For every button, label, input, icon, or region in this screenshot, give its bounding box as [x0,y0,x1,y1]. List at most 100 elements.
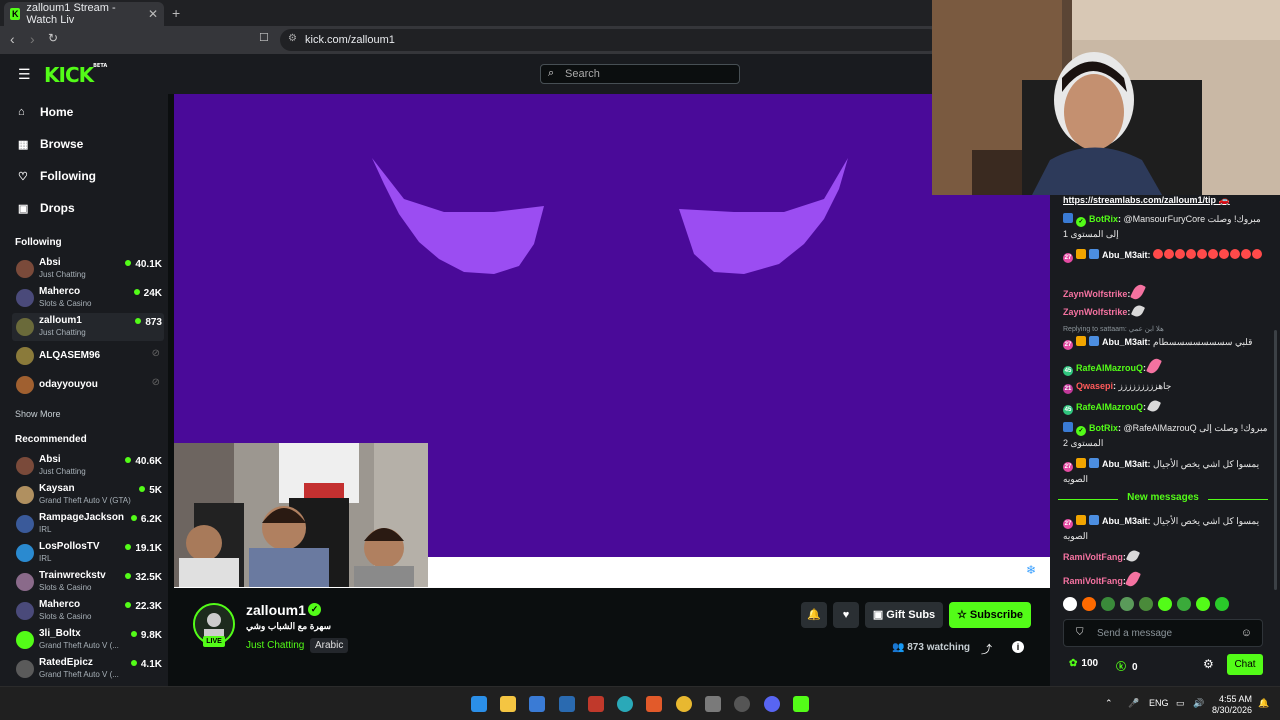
sidebar-channel-maherco[interactable]: Maherco Slots & Casino 24K [12,284,164,312]
emote-5-icon[interactable] [1139,597,1153,611]
stream-category[interactable]: Just Chatting [246,640,304,651]
chat-scrollbar[interactable] [1274,330,1277,590]
camera-icon[interactable] [705,696,721,712]
follow-heart-button[interactable]: ♥ [833,602,859,628]
chat-message[interactable]: 27 Abu_M3ait: يمسوا كل اشي يخص الأجيال ال… [1063,457,1273,486]
start-icon[interactable] [471,696,487,712]
sidebar-channel-rampagejackson[interactable]: RampageJackson IRL 6.2K [12,510,164,538]
kick-app-icon[interactable] [793,696,809,712]
sidebar-channel-zalloum1[interactable]: zalloum1 Just Chatting 873 [12,313,164,341]
volume-icon[interactable]: 🔊 [1193,698,1204,709]
forward-icon[interactable]: › [30,31,35,47]
edge-icon[interactable] [617,696,633,712]
sidebar-channel-absi[interactable]: Absi Just Chatting 40.1K [12,255,164,283]
channel-points[interactable]: ✿ 100 [1069,658,1098,669]
chat-message[interactable]: ✓ BotRix: @RafeAlMazrouQ مبروك! وصلت إلى … [1063,421,1273,450]
chat-input[interactable]: ⛉ Send a message ☺ [1063,619,1263,647]
chat-message[interactable]: 45 RafeAlMazrouQ: [1063,398,1273,415]
chat-settings-icon[interactable]: ⚙ [1203,657,1214,671]
chrome-icon[interactable] [676,696,692,712]
chat-username[interactable]: ZaynWolfstrike [1063,307,1127,317]
info-icon[interactable]: i [1012,641,1024,653]
language-indicator[interactable]: ENG [1149,698,1169,708]
emote-1-icon[interactable] [1063,597,1077,611]
discord-icon[interactable] [764,696,780,712]
emoji-icon[interactable]: ☺ [1241,627,1252,639]
tab-close-icon[interactable]: ✕ [148,7,158,21]
emote-9-icon[interactable] [1215,597,1229,611]
chat-message[interactable]: RamiVoltFang: [1063,548,1273,564]
sidebar-channel-maherco[interactable]: Maherco Slots & Casino 22.3K [12,597,164,625]
streamer-name[interactable]: zalloum1 [246,602,306,618]
sidebar-channel-ratedepicz[interactable]: RatedEpicz Grand Theft Auto V (... 4.1K [12,655,164,683]
search-input[interactable]: ⌕ Search [540,64,740,84]
sidebar-nav-browse[interactable]: ▦ Browse [18,134,83,154]
chat-username[interactable]: RamiVoltFang [1063,576,1123,586]
sidebar-channel-lospollostv[interactable]: LosPollosTV IRL 19.1K [12,539,164,567]
chat-message[interactable]: 27 Abu_M3ait: يمسوا كل اشي يخص الأجيال ال… [1063,514,1273,543]
emote-7-icon[interactable] [1177,597,1191,611]
language-tag[interactable]: Arabic [310,638,349,653]
brave-icon[interactable] [646,696,662,712]
chat-username[interactable]: Qwasepi [1076,381,1113,391]
back-icon[interactable]: ‹ [10,31,15,47]
chat-message[interactable]: RamiVoltFang: [1063,569,1273,589]
chat-message[interactable]: Replying to sattaam: هلا ابن عمي 27 Abu_M3… [1063,325,1273,350]
sidebar-nav-following[interactable]: ♡ Following [18,166,96,186]
notification-bell-button[interactable]: 🔔 [801,602,827,628]
pinned-link[interactable]: https://streamlabs.com/zalloum1/tip 🚗 [1063,193,1273,207]
sidebar-channel-3li_boltx[interactable]: 3li_Boltx Grand Theft Auto V (... 9.8K [12,626,164,654]
share-icon[interactable]: ⤴ [981,641,992,657]
menu-icon[interactable]: ☰ [18,66,31,83]
bookmark-icon[interactable]: ☐ [259,31,269,44]
new-messages-divider[interactable]: New messages [1058,492,1268,503]
reload-icon[interactable]: ↻ [48,31,58,45]
notifications-icon[interactable]: 🔔 [1258,698,1269,709]
emote-4-icon[interactable] [1120,597,1134,611]
chat-username[interactable]: Abu_M3ait [1102,337,1148,347]
clock[interactable]: 4:55 AM 8/30/2026 [1212,694,1252,716]
chat-message[interactable]: 27 Abu_M3ait: [1063,248,1273,263]
chat-username[interactable]: RafeAlMazrouQ [1076,363,1143,373]
microphone-icon[interactable]: 🎤 [1128,698,1139,709]
sidebar-nav-drops[interactable]: ▣ Drops [18,198,75,218]
tray-chevron-icon[interactable]: ⌃ [1105,698,1113,709]
chat-send-button[interactable]: Chat [1227,654,1263,675]
emote-6-icon[interactable] [1158,597,1172,611]
app-3-icon[interactable] [559,696,575,712]
emote-2-icon[interactable] [1082,597,1096,611]
site-info-icon[interactable]: ⚙ [288,33,297,44]
chat-username[interactable]: RafeAlMazrouQ [1076,402,1143,412]
browser-tab[interactable]: K zalloum1 Stream - Watch Liv ✕ [4,2,164,26]
gift-subs-button[interactable]: ▣ Gift Subs [865,602,943,628]
emote-3-icon[interactable] [1101,597,1115,611]
network-icon[interactable]: ▭ [1176,698,1185,709]
sidebar-channel-absi[interactable]: Absi Just Chatting 40.6K [12,452,164,480]
sidebar-channel-odayyouyou[interactable]: odayyouyou ⊘ [12,371,164,399]
new-tab-button[interactable]: + [172,5,180,21]
kick-logo[interactable]: KICKBETA [44,63,107,87]
chat-username[interactable]: Abu_M3ait [1102,516,1148,526]
obs-icon[interactable] [734,696,750,712]
chat-message[interactable]: 21 Qwasepi: جاهززززززززز [1063,379,1273,394]
show-more-link[interactable]: Show More [15,409,61,419]
chat-username[interactable]: BotRix [1089,423,1118,433]
chat-message[interactable]: 45 RafeAlMazrouQ: [1063,356,1273,376]
sidebar-channel-alqasem96[interactable]: ALQASEM96 ⊘ [12,342,164,370]
sidebar-channel-trainwreckstv[interactable]: Trainwreckstv Slots & Casino 32.5K [12,568,164,596]
sidebar-nav-home[interactable]: ⌂ Home [18,102,73,122]
chat-message[interactable]: ✓ BotRix: @MansourFuryCore مبروك! وصلت إل… [1063,212,1273,241]
kick-coins[interactable]: ⓚ 0 [1116,658,1138,673]
chat-username[interactable]: Abu_M3ait [1102,459,1148,469]
chat-username[interactable]: BotRix [1089,214,1118,224]
chat-username[interactable]: Abu_M3ait [1102,250,1148,260]
sidebar-channel-kaysan[interactable]: Kaysan Grand Theft Auto V (GTA) 5K [12,481,164,509]
file-explorer-icon[interactable] [500,696,516,712]
emote-8-icon[interactable] [1196,597,1210,611]
chat-message[interactable]: ZaynWolfstrike: [1063,303,1273,319]
chat-username[interactable]: ZaynWolfstrike [1063,289,1127,299]
voicemeeter-icon[interactable] [588,696,604,712]
url-field[interactable]: ⚙ kick.com/zalloum1 [280,29,940,51]
chat-message[interactable]: ZaynWolfstrike: [1063,282,1273,302]
subscribe-button[interactable]: ☆ Subscribe [949,602,1031,628]
